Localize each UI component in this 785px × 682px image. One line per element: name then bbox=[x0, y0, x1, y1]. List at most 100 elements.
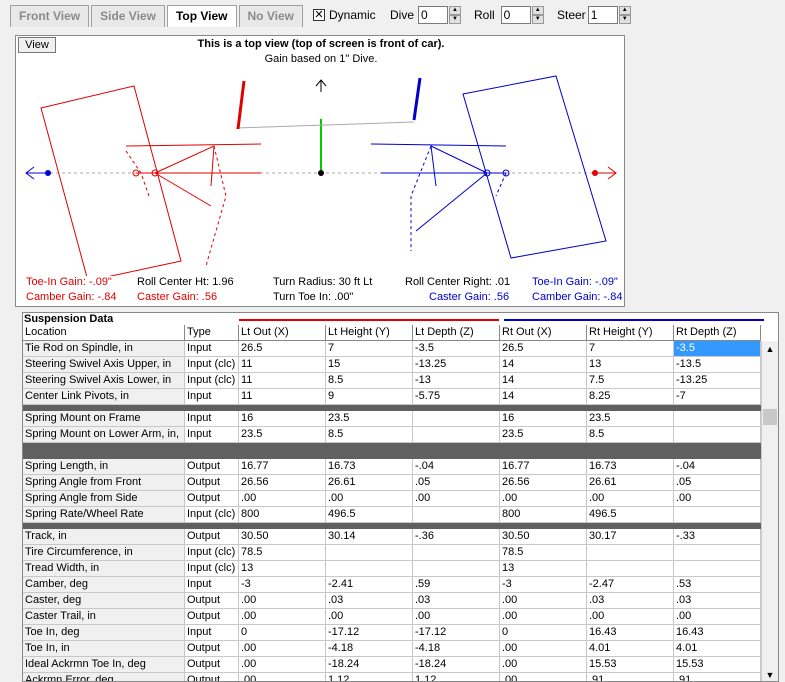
value-cell[interactable] bbox=[674, 561, 761, 577]
value-cell[interactable] bbox=[413, 561, 500, 577]
value-cell[interactable]: .53 bbox=[674, 577, 761, 593]
value-cell[interactable]: 23.5 bbox=[500, 427, 587, 443]
value-cell[interactable]: -18.24 bbox=[413, 657, 500, 673]
value-cell[interactable]: 26.61 bbox=[587, 475, 674, 491]
row-location-cell[interactable]: Spring Mount on Lower Arm, in, bbox=[23, 427, 185, 443]
value-cell[interactable] bbox=[674, 411, 761, 427]
value-cell[interactable]: 30.50 bbox=[500, 529, 587, 545]
value-cell[interactable]: 16.73 bbox=[587, 459, 674, 475]
value-cell[interactable]: 0 bbox=[500, 625, 587, 641]
value-cell[interactable]: 11 bbox=[239, 389, 326, 405]
row-type-cell[interactable]: Output bbox=[185, 529, 239, 545]
value-cell[interactable]: .00 bbox=[500, 641, 587, 657]
value-cell[interactable]: 26.5 bbox=[239, 341, 326, 357]
value-cell[interactable]: .00 bbox=[587, 491, 674, 507]
value-cell[interactable]: 7.5 bbox=[587, 373, 674, 389]
dive-input[interactable]: 0 bbox=[418, 6, 449, 24]
value-cell[interactable]: .00 bbox=[239, 641, 326, 657]
value-cell[interactable]: 16.77 bbox=[239, 459, 326, 475]
header-lt-depth[interactable]: Lt Depth (Z) bbox=[413, 325, 500, 341]
value-cell[interactable]: 23.5 bbox=[587, 411, 674, 427]
value-cell[interactable]: 78.5 bbox=[239, 545, 326, 561]
row-location-cell[interactable]: Center Link Pivots, in bbox=[23, 389, 185, 405]
value-cell[interactable]: -18.24 bbox=[326, 657, 413, 673]
value-cell[interactable] bbox=[587, 561, 674, 577]
value-cell[interactable]: -.04 bbox=[674, 459, 761, 475]
header-lt-out[interactable]: Lt Out (X) bbox=[239, 325, 326, 341]
value-cell[interactable]: 4.01 bbox=[674, 641, 761, 657]
value-cell[interactable]: -3.5 bbox=[413, 341, 500, 357]
value-cell[interactable]: -2.47 bbox=[587, 577, 674, 593]
value-cell[interactable]: -.04 bbox=[413, 459, 500, 475]
tab-front-view[interactable]: Front View bbox=[10, 5, 90, 27]
value-cell[interactable]: -7 bbox=[674, 389, 761, 405]
value-cell[interactable]: .05 bbox=[674, 475, 761, 491]
row-type-cell[interactable]: Output bbox=[185, 459, 239, 475]
spin-up-icon[interactable]: ▲ bbox=[449, 6, 462, 15]
value-cell[interactable]: .00 bbox=[239, 593, 326, 609]
value-cell[interactable]: -3 bbox=[239, 577, 326, 593]
row-type-cell[interactable]: Output bbox=[185, 673, 239, 681]
row-location-cell[interactable]: Ideal Ackrmn Toe In, deg bbox=[23, 657, 185, 673]
row-location-cell[interactable]: Steering Swivel Axis Lower, in bbox=[23, 373, 185, 389]
spin-down-icon[interactable]: ▼ bbox=[531, 15, 544, 24]
value-cell[interactable]: 14 bbox=[500, 357, 587, 373]
row-location-cell[interactable]: Spring Angle from Front bbox=[23, 475, 185, 491]
value-cell[interactable]: 16 bbox=[500, 411, 587, 427]
value-cell[interactable]: -13.25 bbox=[413, 357, 500, 373]
row-type-cell[interactable]: Input (clc) bbox=[185, 507, 239, 523]
header-location[interactable]: Location bbox=[23, 325, 185, 341]
value-cell[interactable]: .00 bbox=[413, 491, 500, 507]
steer-spinner[interactable]: ▲ ▼ bbox=[618, 6, 631, 24]
value-cell[interactable]: 11 bbox=[239, 373, 326, 389]
value-cell[interactable]: .03 bbox=[326, 593, 413, 609]
value-cell[interactable]: .59 bbox=[413, 577, 500, 593]
value-cell[interactable]: -.33 bbox=[674, 529, 761, 545]
value-cell[interactable]: 496.5 bbox=[326, 507, 413, 523]
row-location-cell[interactable]: Spring Length, in bbox=[23, 459, 185, 475]
value-cell[interactable]: .91 bbox=[587, 673, 674, 681]
value-cell[interactable]: -3.5 bbox=[674, 341, 761, 357]
value-cell[interactable]: .00 bbox=[500, 593, 587, 609]
value-cell[interactable]: -5.75 bbox=[413, 389, 500, 405]
row-location-cell[interactable]: Tie Rod on Spindle, in bbox=[23, 341, 185, 357]
value-cell[interactable]: -2.41 bbox=[326, 577, 413, 593]
value-cell[interactable]: 15 bbox=[326, 357, 413, 373]
spin-down-icon[interactable]: ▼ bbox=[449, 15, 462, 24]
value-cell[interactable]: -.36 bbox=[413, 529, 500, 545]
header-rt-depth[interactable]: Rt Depth (Z) bbox=[674, 325, 761, 341]
value-cell[interactable]: 26.61 bbox=[326, 475, 413, 491]
roll-spinner[interactable]: ▲ ▼ bbox=[531, 6, 544, 24]
value-cell[interactable]: 26.5 bbox=[500, 341, 587, 357]
value-cell[interactable]: 8.5 bbox=[326, 427, 413, 443]
row-location-cell[interactable]: Caster, deg bbox=[23, 593, 185, 609]
value-cell[interactable]: .00 bbox=[500, 657, 587, 673]
steer-input[interactable]: 1 bbox=[587, 6, 618, 24]
value-cell[interactable] bbox=[413, 507, 500, 523]
row-type-cell[interactable]: Input bbox=[185, 389, 239, 405]
spin-up-icon[interactable]: ▲ bbox=[531, 6, 544, 15]
row-type-cell[interactable]: Input bbox=[185, 341, 239, 357]
row-type-cell[interactable]: Input (clc) bbox=[185, 545, 239, 561]
row-type-cell[interactable]: Input (clc) bbox=[185, 357, 239, 373]
value-cell[interactable]: 26.56 bbox=[239, 475, 326, 491]
value-cell[interactable]: 11 bbox=[239, 357, 326, 373]
value-cell[interactable] bbox=[674, 545, 761, 561]
value-cell[interactable] bbox=[413, 411, 500, 427]
row-type-cell[interactable]: Input (clc) bbox=[185, 373, 239, 389]
value-cell[interactable]: -13.5 bbox=[674, 357, 761, 373]
value-cell[interactable]: 800 bbox=[500, 507, 587, 523]
row-type-cell[interactable]: Output bbox=[185, 657, 239, 673]
value-cell[interactable] bbox=[413, 427, 500, 443]
value-cell[interactable]: 7 bbox=[587, 341, 674, 357]
tab-side-view[interactable]: Side View bbox=[91, 5, 165, 27]
value-cell[interactable]: 15.53 bbox=[587, 657, 674, 673]
scroll-up-icon[interactable]: ▲ bbox=[762, 341, 778, 357]
row-location-cell[interactable]: Steering Swivel Axis Upper, in bbox=[23, 357, 185, 373]
value-cell[interactable]: .05 bbox=[413, 475, 500, 491]
value-cell[interactable]: 496.5 bbox=[587, 507, 674, 523]
row-location-cell[interactable]: Tread Width, in bbox=[23, 561, 185, 577]
value-cell[interactable]: -13.25 bbox=[674, 373, 761, 389]
value-cell[interactable]: -13 bbox=[413, 373, 500, 389]
row-location-cell[interactable]: Spring Rate/Wheel Rate bbox=[23, 507, 185, 523]
